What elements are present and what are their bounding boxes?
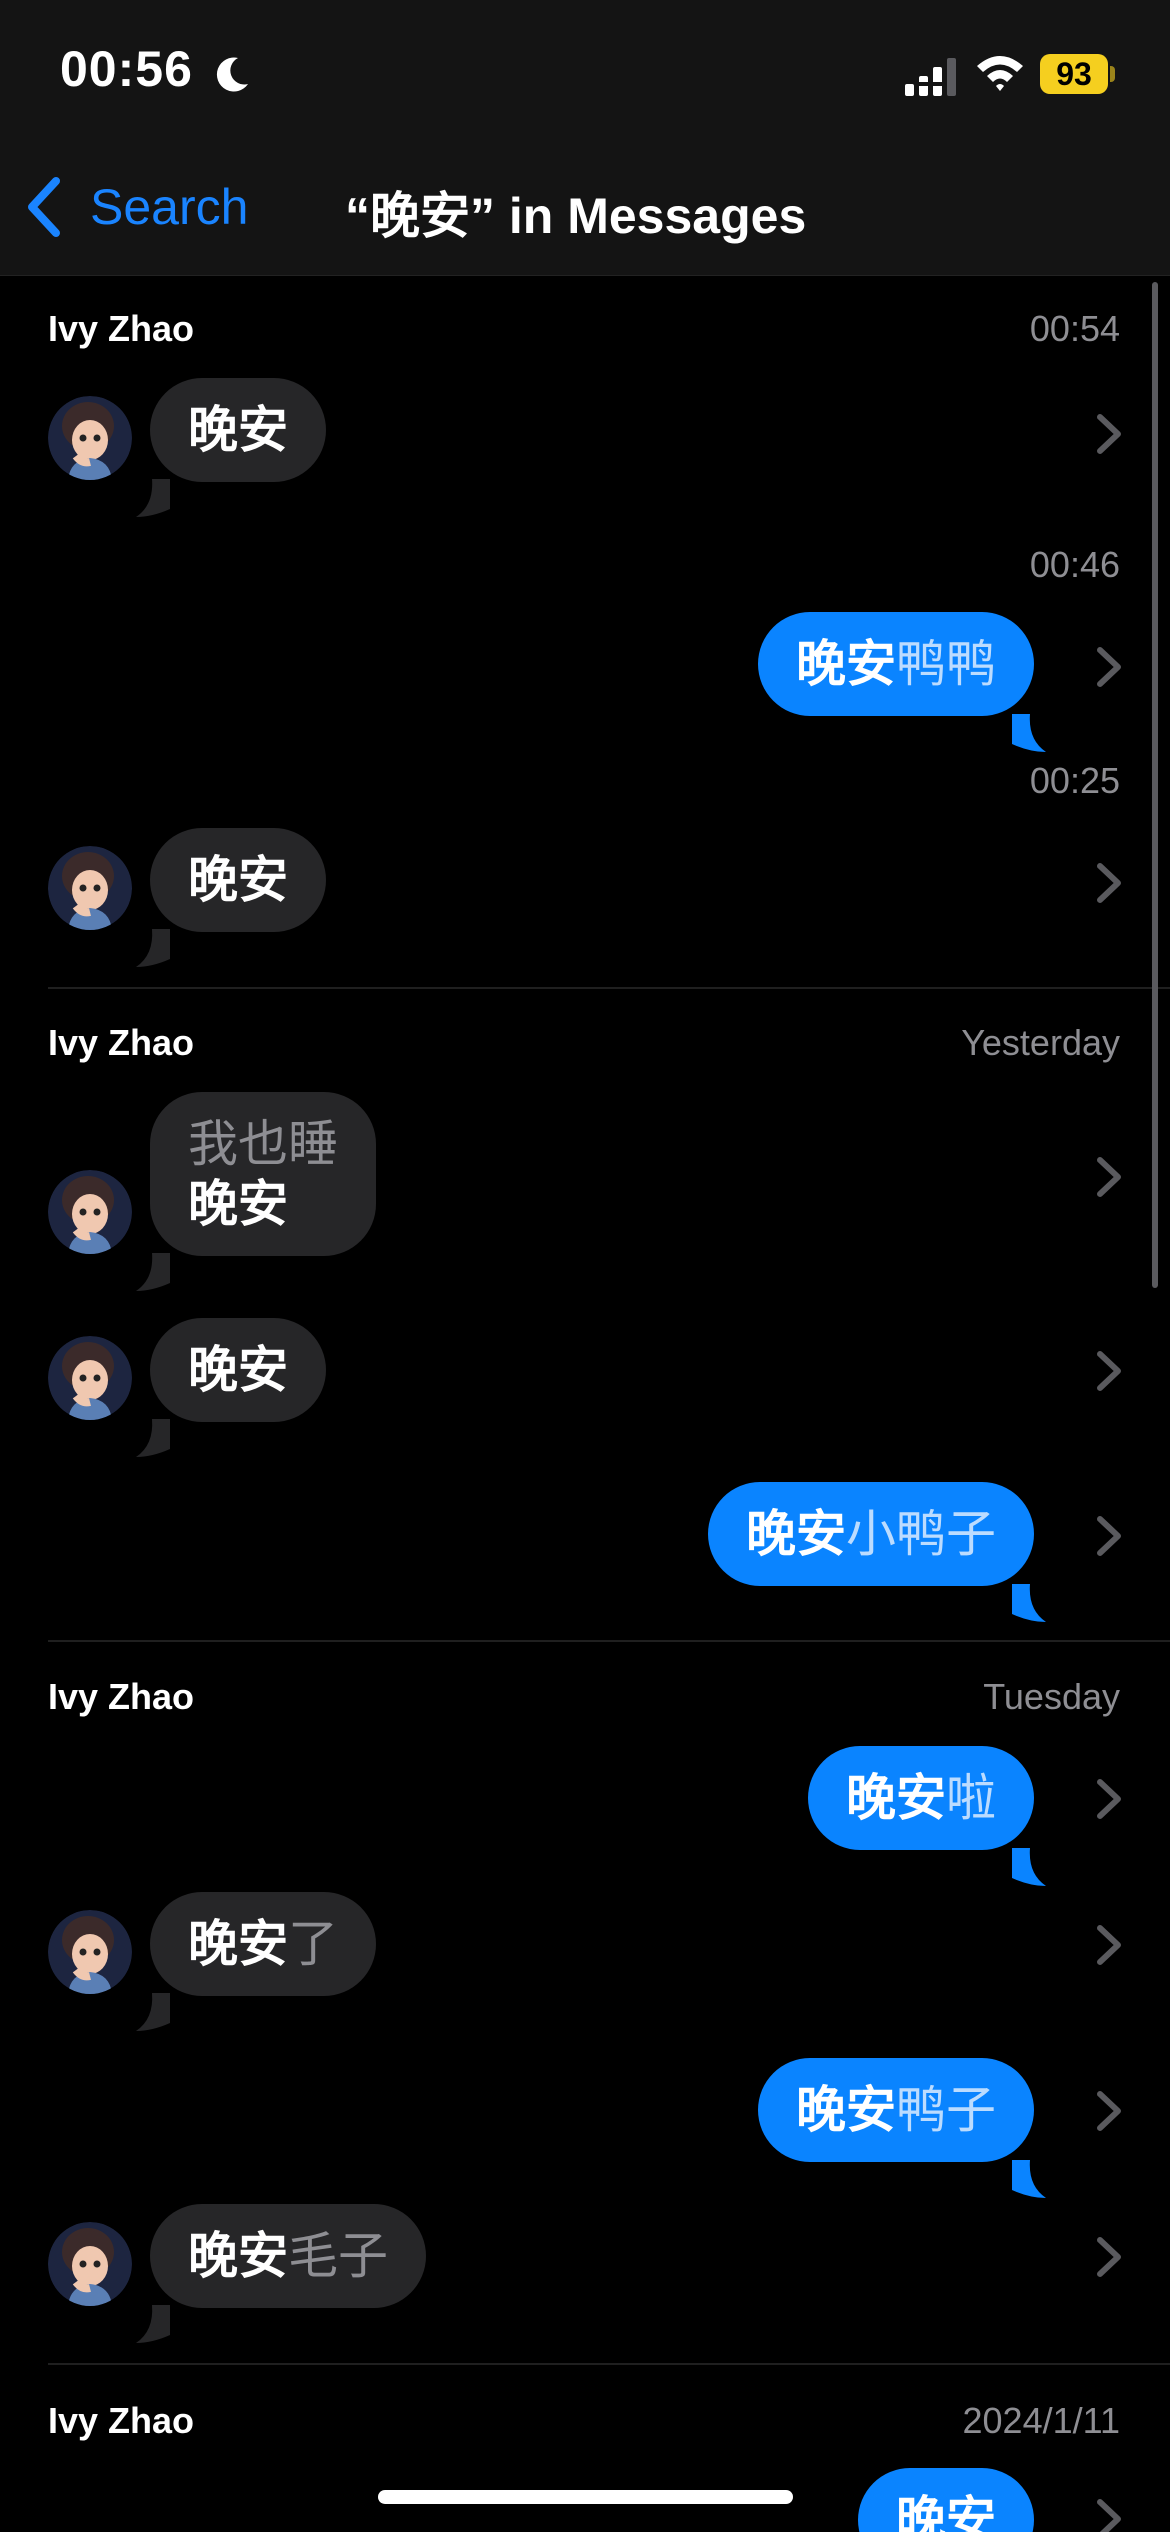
bubble-tail xyxy=(1012,2160,1046,2198)
back-label: Search xyxy=(90,179,249,235)
conversation-header[interactable]: Ivy Zhao 2024/1/11 xyxy=(48,2400,1120,2450)
chevron-right-icon xyxy=(1097,647,1121,687)
battery-icon: 93 xyxy=(1040,54,1108,94)
bubble-tail xyxy=(136,1993,170,2031)
message-remaining-text: 啦 xyxy=(946,1769,996,1827)
contact-name: Ivy Zhao xyxy=(48,308,195,349)
conversation-date: 00:54 xyxy=(1029,308,1120,349)
contact-name: Ivy Zhao xyxy=(48,2400,195,2441)
back-button[interactable]: Search xyxy=(22,172,248,242)
bubble-tail xyxy=(136,929,170,967)
chevron-right-icon xyxy=(1097,414,1121,454)
chevron-right-icon xyxy=(1097,1516,1121,1556)
chevron-right-icon xyxy=(1097,1779,1121,1819)
message-preceding-text: 我也睡 xyxy=(188,1115,338,1173)
conversation-header[interactable]: Ivy Zhao 00:54 xyxy=(48,308,1120,358)
conversation-date: Tuesday xyxy=(983,1676,1120,1717)
conversation-header[interactable]: Ivy Zhao Yesterday xyxy=(48,1022,1120,1072)
chevron-left-icon xyxy=(28,177,60,237)
match-highlight: 晚安 xyxy=(796,635,896,693)
match-highlight: 晚安 xyxy=(188,1341,288,1399)
bubble-tail xyxy=(136,1419,170,1457)
message-bubble: 晚安 xyxy=(150,378,326,482)
message-bubble: 晚安 xyxy=(150,1318,326,1422)
message-bubble: 晚安了 xyxy=(150,1892,376,1996)
message-timestamp: 00:25 xyxy=(1029,760,1120,801)
bubble-tail xyxy=(1012,1584,1046,1622)
message-remaining-text: 了 xyxy=(288,1915,338,1973)
conversation-date: Yesterday xyxy=(961,1022,1120,1063)
bubble-tail xyxy=(136,2305,170,2343)
avatar xyxy=(48,1336,132,1420)
match-highlight: 晚安 xyxy=(896,2491,996,2532)
message-bubble: 晚安 小鸭子 xyxy=(708,1482,1034,1586)
home-indicator[interactable] xyxy=(378,2490,793,2504)
match-highlight: 晚安 xyxy=(188,401,288,459)
message-remaining-text: 鸭子 xyxy=(896,2081,996,2139)
message-remaining-text: 鸭鸭 xyxy=(896,635,996,693)
message-timestamp: 00:46 xyxy=(1029,544,1120,585)
status-bar: 00:56 93 xyxy=(0,0,1170,150)
bubble-tail xyxy=(1012,714,1046,752)
message-bubble: 晚安 xyxy=(858,2468,1034,2532)
section-divider xyxy=(48,1640,1170,1642)
message-bubble: 晚安 鸭子 xyxy=(758,2058,1034,2162)
message-bubble: 晚安 鸭鸭 xyxy=(758,612,1034,716)
conversation-date: 2024/1/11 xyxy=(962,2400,1120,2441)
bubble-tail xyxy=(136,1253,170,1291)
contact-name: Ivy Zhao xyxy=(48,1022,195,1063)
chevron-right-icon xyxy=(1097,863,1121,903)
moon-icon xyxy=(216,57,248,92)
chevron-right-icon xyxy=(1097,1157,1121,1197)
match-highlight: 晚安 xyxy=(188,1175,288,1233)
avatar xyxy=(48,1170,132,1254)
avatar xyxy=(48,2222,132,2306)
scrollbar[interactable] xyxy=(1152,282,1158,1288)
conversation-header[interactable]: Ivy Zhao Tuesday xyxy=(48,1676,1120,1726)
chevron-right-icon xyxy=(1097,1925,1121,1965)
avatar xyxy=(48,846,132,930)
message-bubble: 晚安 xyxy=(150,828,326,932)
section-divider xyxy=(48,2363,1170,2365)
navigation-bar: Search “晚安” in Messages xyxy=(0,150,1170,276)
page-title: “晚安” in Messages xyxy=(345,188,807,244)
message-bubble: 晚安啦 xyxy=(808,1746,1034,1850)
message-bubble: 我也睡 晚安 xyxy=(150,1092,376,1256)
match-highlight: 晚安 xyxy=(188,851,288,909)
match-highlight: 晚安 xyxy=(796,2081,896,2139)
status-time: 00:56 xyxy=(60,41,193,97)
avatar xyxy=(48,1910,132,1994)
match-highlight: 晚安 xyxy=(188,1915,288,1973)
cellular-signal-icon xyxy=(905,58,956,96)
message-remaining-text: 小鸭子 xyxy=(846,1505,996,1563)
message-bubble: 晚安 毛子 xyxy=(150,2204,426,2308)
battery-nub xyxy=(1110,66,1115,82)
match-highlight: 晚安 xyxy=(746,1505,846,1563)
match-highlight: 晚安 xyxy=(846,1769,946,1827)
bubble-tail xyxy=(1012,1848,1046,1886)
chevron-right-icon xyxy=(1097,1351,1121,1391)
bubble-tail xyxy=(136,479,170,517)
message-remaining-text: 毛子 xyxy=(288,2227,388,2285)
wifi-icon xyxy=(977,56,1023,91)
chevron-right-icon xyxy=(1097,2499,1121,2532)
search-results-list[interactable]: Ivy Zhao 00:54 晚安 00:46 晚安 鸭鸭 00:25 晚安 Iv… xyxy=(0,276,1170,2532)
match-highlight: 晚安 xyxy=(188,2227,288,2285)
chevron-right-icon xyxy=(1097,2091,1121,2131)
chevron-right-icon xyxy=(1097,2237,1121,2277)
contact-name: Ivy Zhao xyxy=(48,1676,195,1717)
section-divider xyxy=(48,987,1170,989)
avatar xyxy=(48,396,132,480)
